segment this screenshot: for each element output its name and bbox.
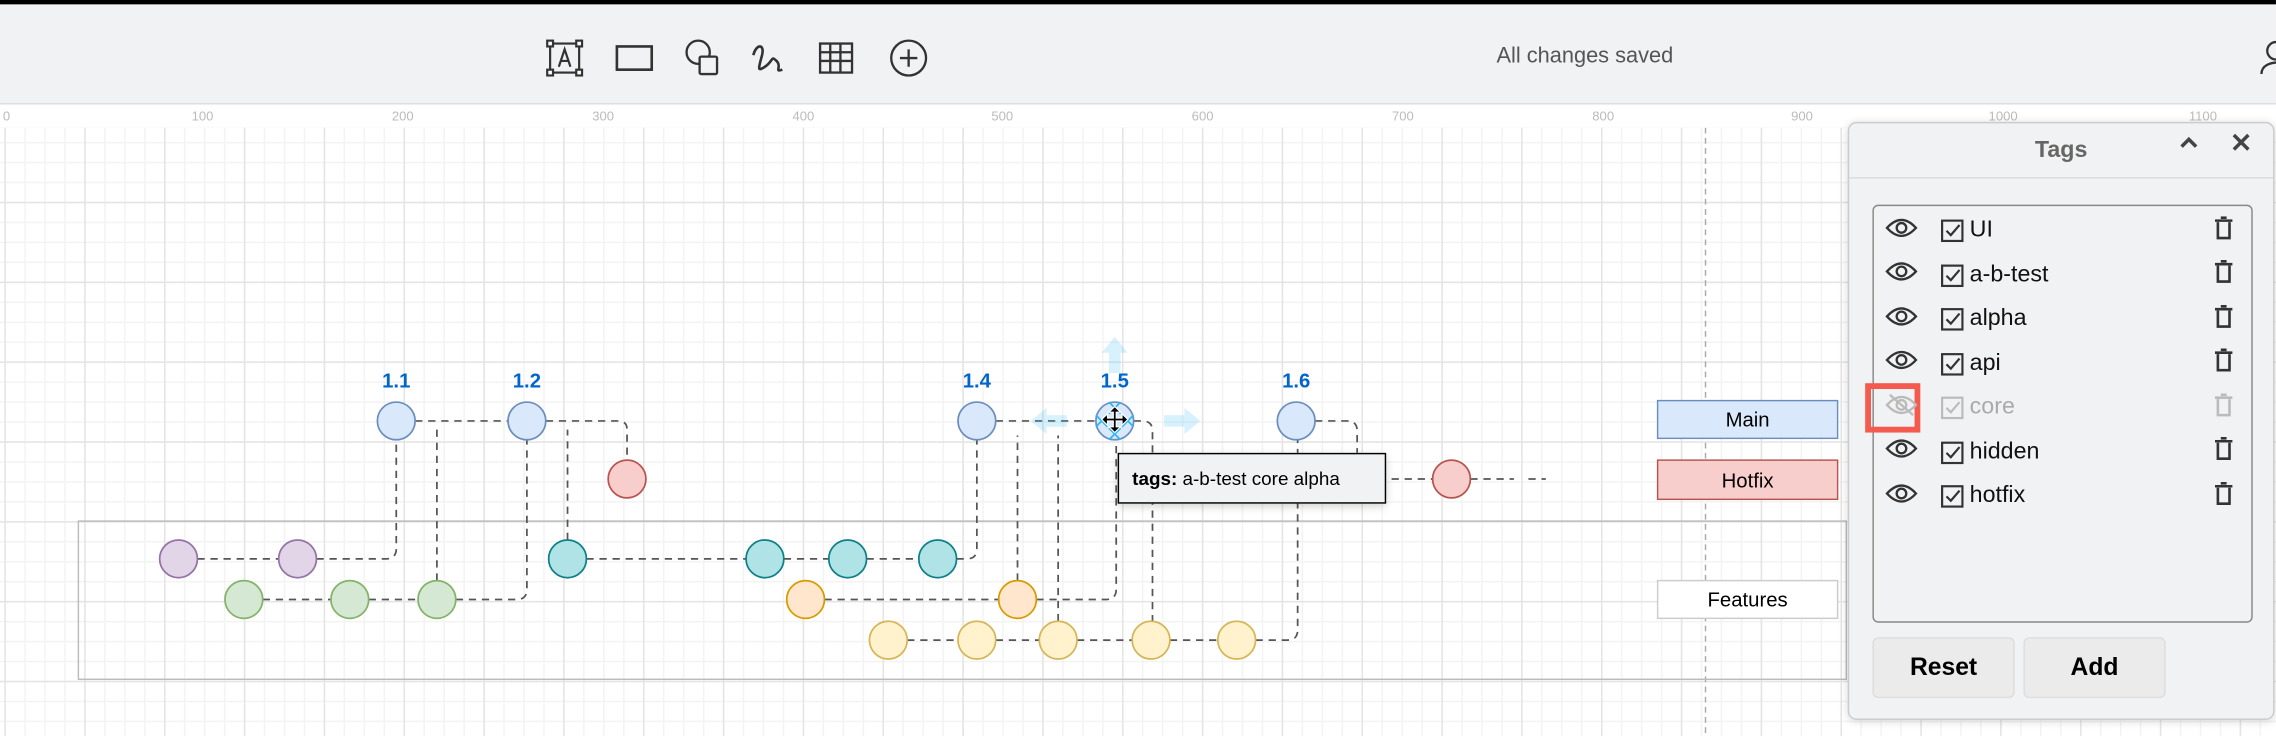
ruler-label: 700 [1391,108,1414,124]
hotfix-commit [607,459,647,499]
checkbox-icon[interactable] [1941,219,1964,243]
freehand-icon[interactable] [746,36,790,80]
feature-commit [957,620,997,660]
tags-tooltip: tags: a-b-test core alpha [1117,452,1387,504]
feature-commit [917,539,958,579]
ruler-label: 900 [1791,108,1813,124]
trash-icon[interactable] [2214,348,2234,378]
feature-commit [1216,620,1257,660]
ruler-label: 400 [792,108,815,124]
checkbox-icon[interactable] [1941,308,1964,331]
toolbar: All changes saved [0,0,2276,105]
checkbox-icon[interactable] [1941,440,1964,464]
checkbox-icon[interactable] [1941,263,1964,287]
feature-commit [158,539,199,579]
eye-icon[interactable] [1885,261,1918,289]
feature-commit [330,579,370,620]
tag-name[interactable]: alpha [1970,306,2027,332]
tag-name[interactable]: hidden [1970,439,2040,465]
eye-icon[interactable] [1885,438,1918,466]
tooltip-value: a-b-test core alpha [1182,467,1340,490]
trash-icon[interactable] [2214,437,2234,467]
reset-button[interactable]: Reset [1872,637,2015,699]
feature-commit [785,579,826,620]
trash-icon[interactable] [2214,215,2234,246]
save-status: All changes saved [1496,43,1674,69]
ruler-label: 300 [592,108,615,124]
panel-header[interactable]: Tags [1849,123,2274,179]
version-label: 1.4 [963,371,992,393]
feature-commit [1038,620,1078,660]
trash-icon[interactable] [2214,304,2234,334]
trash-icon[interactable] [2214,481,2234,511]
tag-row-core: core [1865,383,2251,433]
tag-row-api: api [1874,342,2251,386]
feature-commit [417,579,457,620]
feature-commit [224,579,264,620]
tag-row-hotfix: hotfix [1874,475,2251,519]
version-label: 1.5 [1101,371,1129,393]
feature-commit [827,539,868,579]
commit-1-4 [957,401,997,441]
feature-commit [997,579,1038,620]
tags-panel: Tags UI a-b-test alpha api core hidden hotfix … [1847,121,2275,720]
ruler-label: 100 [191,108,214,124]
tags-list: UI a-b-test alpha api core hidden hotfix [1865,204,2253,623]
eye-icon[interactable] [1885,483,1918,511]
commit-1-6 [1276,401,1316,441]
eye-icon[interactable] [1885,217,1918,245]
checkbox-icon[interactable] [1941,352,1964,375]
feature-commit [547,539,588,579]
commit-1-2 [507,401,547,441]
ruler-label: 600 [1191,108,1214,124]
ruler-label: 800 [1592,108,1615,124]
checkbox-icon[interactable] [1941,396,1964,420]
tag-name[interactable]: UI [1970,218,1993,244]
tag-name[interactable]: core [1970,395,2015,421]
text-icon[interactable] [543,36,587,80]
checkbox-icon[interactable] [1941,485,1964,508]
trash-icon[interactable] [2214,392,2234,423]
eye-off-icon[interactable] [1885,393,1918,423]
table-icon[interactable] [814,36,858,80]
tag-name[interactable]: a-b-test [1970,262,2049,288]
version-label: 1.2 [513,371,541,393]
tag-row-a-b-test: a-b-test [1874,253,2251,297]
feature-commit [277,539,318,579]
ruler-label: 200 [391,108,414,124]
eye-icon[interactable] [1885,306,1918,334]
eye-icon[interactable] [1885,350,1918,378]
user-icon[interactable] [2259,39,2276,84]
hotfix-commit [1431,459,1472,499]
tag-row-alpha: alpha [1874,298,2251,342]
tooltip-key: tags: [1132,467,1178,490]
version-label: 1.6 [1282,371,1310,393]
tag-row-hidden: hidden [1874,430,2251,474]
panel-title: Tags [2034,137,2088,163]
rectangle-icon[interactable] [613,36,657,80]
trash-icon[interactable] [2214,259,2234,290]
feature-commit [1131,620,1171,660]
version-label: 1.1 [382,371,410,393]
ruler-label: 500 [991,108,1014,124]
legend-main-label: Main [1726,410,1770,432]
tag-name[interactable]: api [1970,351,2001,377]
insert-icon[interactable] [887,36,931,80]
add-button[interactable]: Add [2023,637,2166,699]
commit-nodes [158,401,1472,660]
legend-hotfix-label: Hotfix [1722,471,1774,493]
commit-1-1 [376,401,416,441]
close-icon[interactable] [2230,131,2253,161]
shapes-icon[interactable] [681,36,725,80]
tag-name[interactable]: hotfix [1970,483,2026,509]
collapse-icon[interactable] [2177,131,2200,161]
tag-row-UI: UI [1874,209,2251,253]
feature-commit [868,620,909,660]
feature-commit [745,539,785,579]
legend-features-label: Features [1708,590,1788,612]
ruler-label: 0 [2,108,11,124]
